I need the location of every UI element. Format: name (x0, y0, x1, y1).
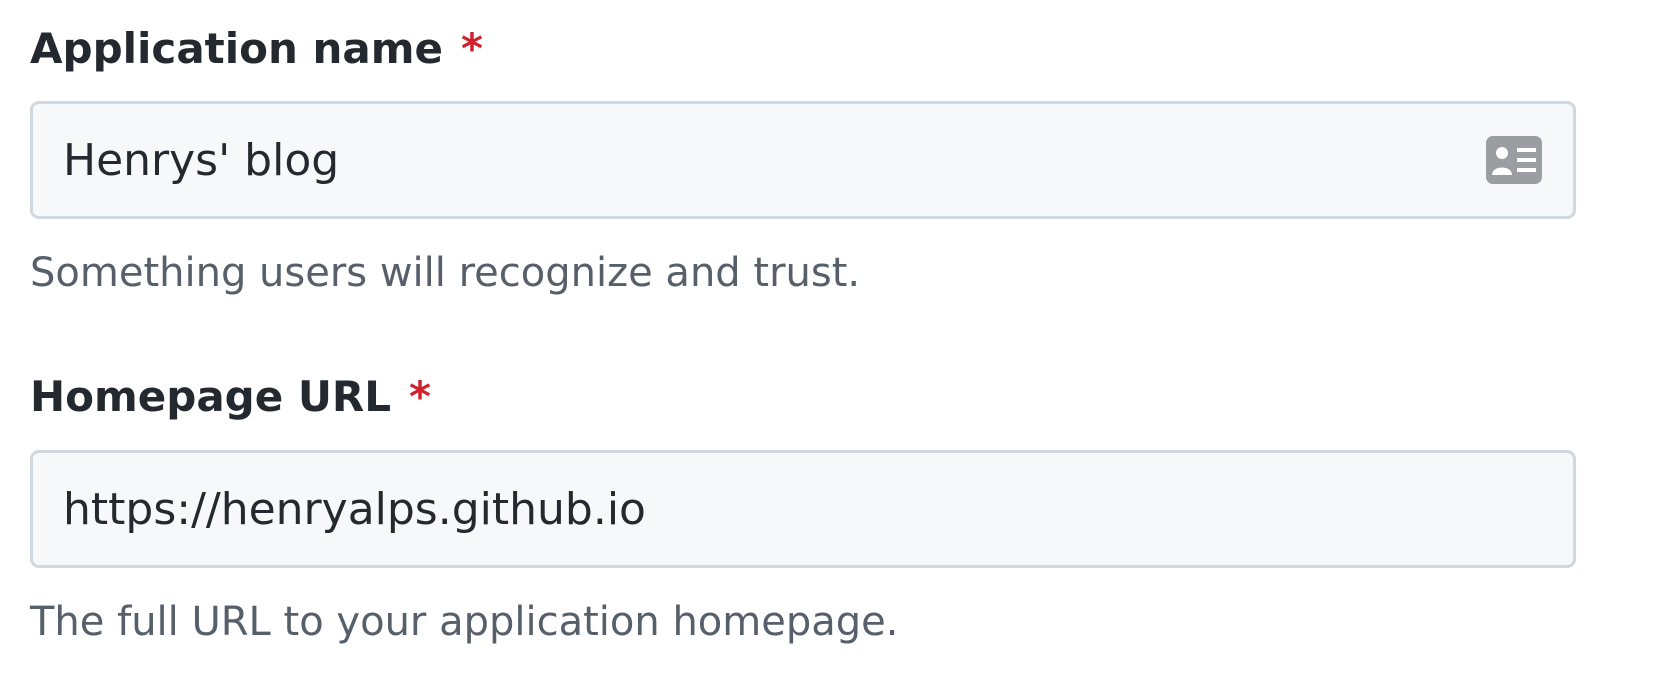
application-name-note: Something users will recognize and trust… (30, 250, 861, 296)
homepage-url-label-text: Homepage URL (30, 372, 392, 421)
application-name-label: Application name * (30, 28, 483, 70)
required-indicator: * (461, 24, 483, 73)
application-name-value[interactable]: Henrys' blog (63, 135, 339, 186)
homepage-url-note: The full URL to your application homepag… (30, 599, 899, 645)
application-name-label-text: Application name (30, 24, 444, 73)
homepage-url-value[interactable]: https://henryalps.github.io (63, 484, 646, 535)
homepage-url-input[interactable]: https://henryalps.github.io (30, 450, 1576, 568)
required-indicator: * (409, 372, 432, 421)
application-name-input[interactable]: Henrys' blog (30, 101, 1576, 219)
contact-card-icon[interactable] (1485, 135, 1543, 185)
homepage-url-label: Homepage URL * (30, 376, 431, 418)
